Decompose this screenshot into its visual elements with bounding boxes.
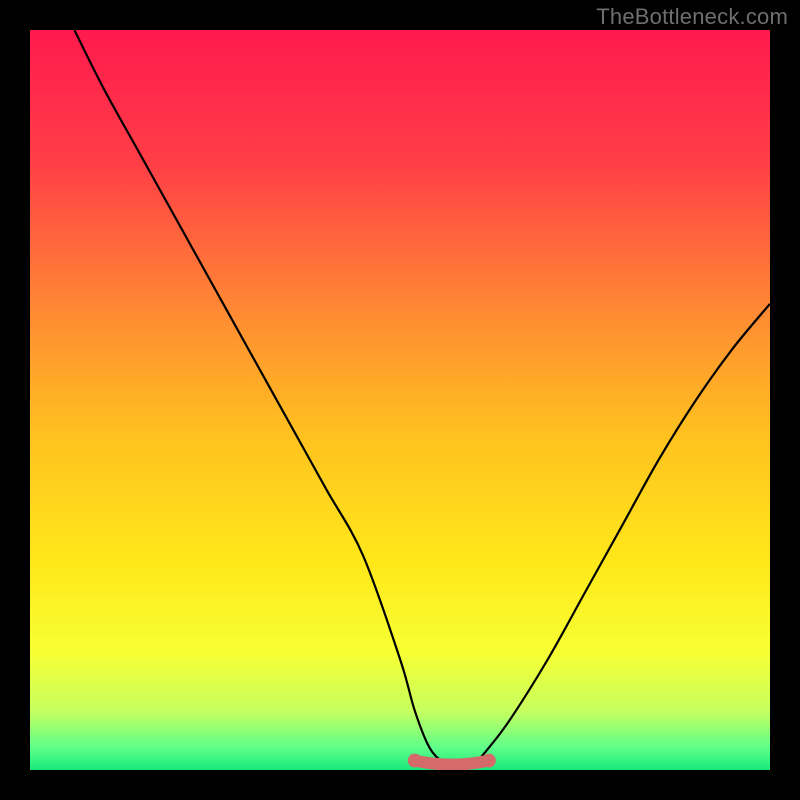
curve-line [74,30,770,764]
watermark-text: TheBottleneck.com [596,4,788,30]
plot-area [30,30,770,770]
chart-frame: TheBottleneck.com [0,0,800,800]
bottleneck-curve [30,30,770,770]
